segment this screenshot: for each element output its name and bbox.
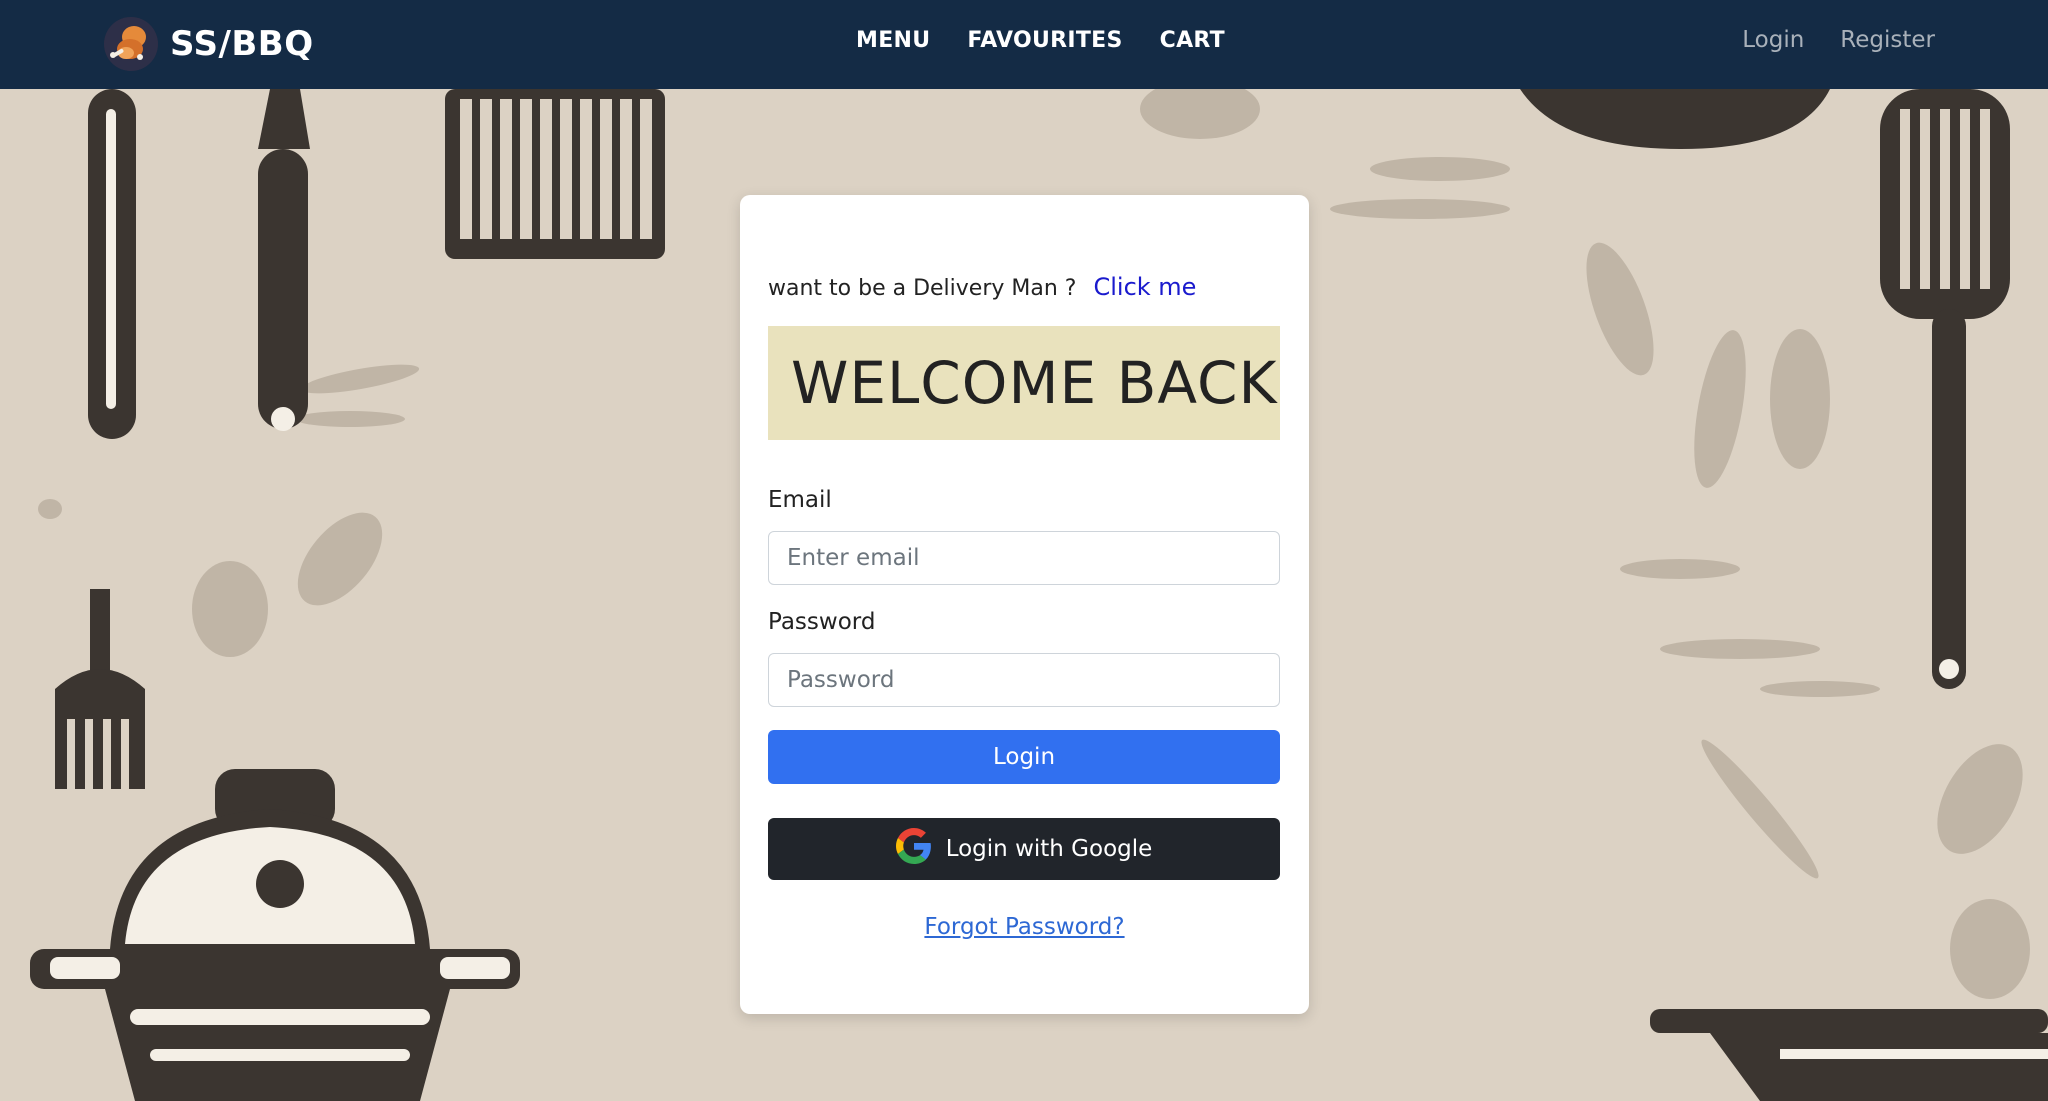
welcome-banner: WELCOME BACK <box>768 326 1280 440</box>
email-field[interactable] <box>768 531 1280 585</box>
brand[interactable]: SS/BBQ <box>104 14 314 74</box>
forgot-password-link[interactable]: Forgot Password? <box>924 914 1124 940</box>
bbq-chicken-logo-icon <box>104 17 158 71</box>
forgot-password-row: Forgot Password? <box>740 914 1309 940</box>
nav-menu-link[interactable]: MENU <box>856 28 930 53</box>
welcome-heading: WELCOME BACK <box>791 349 1278 417</box>
email-label: Email <box>768 487 832 513</box>
login-button[interactable]: Login <box>768 730 1280 784</box>
nav-favourites-link[interactable]: FAVOURITES <box>967 28 1122 53</box>
google-g-icon <box>895 828 932 870</box>
password-field[interactable] <box>768 653 1280 707</box>
delivery-click-me-link[interactable]: Click me <box>1093 273 1196 301</box>
password-label: Password <box>768 609 876 635</box>
brand-name[interactable]: SS/BBQ <box>170 24 314 64</box>
nav-cart-link[interactable]: CART <box>1160 28 1225 53</box>
delivery-signup-prompt: want to be a Delivery Man ? Click me <box>768 273 1196 301</box>
nav-login-link[interactable]: Login <box>1742 27 1804 53</box>
top-navbar: SS/BBQ MENU FAVOURITES CART Login Regist… <box>0 0 2048 89</box>
login-card: want to be a Delivery Man ? Click me WEL… <box>740 195 1309 1014</box>
auth-nav: Login Register <box>1742 27 1935 53</box>
google-login-button[interactable]: Login with Google <box>768 818 1280 880</box>
nav-register-link[interactable]: Register <box>1840 27 1935 53</box>
google-login-label: Login with Google <box>945 836 1153 862</box>
delivery-prompt-text: want to be a Delivery Man ? <box>768 276 1077 301</box>
main-nav: MENU FAVOURITES CART <box>856 28 1225 53</box>
